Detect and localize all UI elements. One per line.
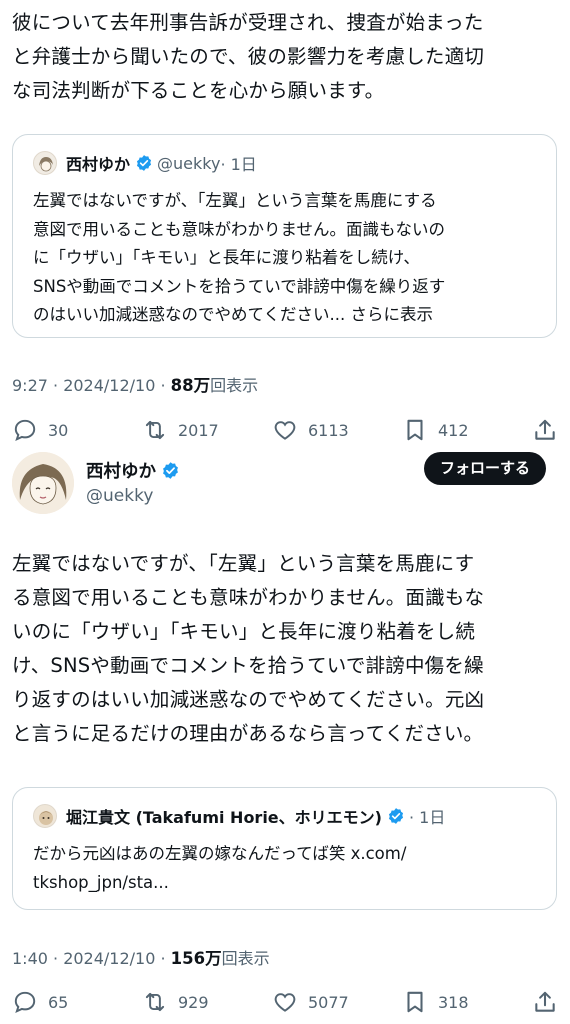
repost-button[interactable]: 2017 bbox=[142, 415, 219, 445]
text-line: 彼について去年刑事告訴が受理され、捜査が始まった bbox=[12, 11, 484, 34]
quoted-tweet-card[interactable]: 西村ゆか @uekky · 1日 左翼ではないですが、「左翼」という言葉を馬鹿に… bbox=[12, 134, 557, 338]
tweet-author: 西村ゆか @uekky フォローする bbox=[12, 452, 558, 514]
verified-badge-icon bbox=[163, 462, 178, 479]
view-count: 88万 bbox=[170, 376, 211, 395]
quote-time: · 1日 bbox=[220, 155, 257, 174]
text-line: り返すのはいい加減迷惑なのでやめてください。元凶 bbox=[12, 688, 485, 711]
share-button[interactable] bbox=[532, 987, 568, 1017]
quoted-tweet-card[interactable]: 堀江貴文 (Takafumi Horie、ホリエモン) · 1日 だから元凶はあ… bbox=[12, 787, 557, 910]
reply-icon bbox=[14, 419, 36, 442]
text-line: け、SNSや動画でコメントを拾うていで誹謗中傷を繰 bbox=[12, 654, 484, 677]
view-count: 156万 bbox=[170, 949, 222, 968]
bookmark-button[interactable]: 412 bbox=[402, 415, 469, 445]
tweet-text: 彼について去年刑事告訴が受理され、捜査が始まった と弁護士から聞いたので、彼の影… bbox=[12, 6, 557, 108]
show-more-link[interactable]: さらに表示 bbox=[351, 305, 434, 324]
bookmark-icon bbox=[407, 991, 423, 1013]
quote-author-name[interactable]: 西村ゆか bbox=[66, 151, 130, 175]
quote-header: 堀江貴文 (Takafumi Horie、ホリエモン) · 1日 bbox=[33, 804, 445, 828]
share-icon bbox=[535, 991, 555, 1012]
reply-icon bbox=[14, 991, 36, 1014]
bookmark-icon bbox=[407, 419, 423, 441]
quote-text: 左翼ではないですが、「左翼」という言葉を馬鹿にする 意図で用いることも意味がわか… bbox=[33, 187, 543, 330]
text-line: 左翼ではないですが、「左翼」という言葉を馬鹿にする bbox=[33, 191, 437, 210]
text-line: SNSや動画でコメントを拾うていで誹謗中傷を繰り返す bbox=[33, 276, 446, 296]
avatar[interactable] bbox=[33, 804, 57, 828]
repost-button[interactable]: 929 bbox=[142, 987, 209, 1017]
share-button[interactable] bbox=[532, 415, 568, 445]
reply-button[interactable]: 30 bbox=[12, 415, 68, 445]
action-bar: 65 929 5077 318 bbox=[12, 987, 558, 1017]
avatar[interactable] bbox=[12, 452, 74, 514]
text-line: る意図で用いることも意味がわかりません。面識もな bbox=[12, 586, 485, 609]
repost-icon bbox=[145, 992, 165, 1012]
text-line: いのに「ウザい」「キモい」と長年に渡り粘着をし続 bbox=[12, 620, 476, 643]
quote-time: · 1日 bbox=[408, 808, 446, 827]
verified-badge-icon bbox=[388, 808, 404, 824]
heart-icon bbox=[274, 993, 296, 1012]
text-line: な司法判断が下ることを心から願います。 bbox=[12, 79, 385, 102]
text-line: 左翼ではないですが、「左翼」という言葉を馬鹿にす bbox=[12, 552, 475, 575]
view-label: 回表示 bbox=[210, 376, 259, 395]
reply-button[interactable]: 65 bbox=[12, 987, 68, 1017]
reply-count: 65 bbox=[48, 992, 69, 1012]
quote-text: だから元凶はあの左翼の嫁なんだってば笑 x.com/ tkshop_jpn/st… bbox=[33, 840, 543, 897]
heart-icon bbox=[274, 421, 296, 440]
author-handle[interactable]: @uekky bbox=[86, 486, 153, 506]
bookmark-count: 318 bbox=[438, 992, 469, 1012]
text-line: に「ウザい」「キモい」と長年に渡り粘着をし続け、 bbox=[33, 248, 420, 267]
text-line: と言うに足るだけの理由があるなら言ってください。 bbox=[12, 722, 484, 745]
like-button[interactable]: 6113 bbox=[272, 415, 349, 445]
share-icon bbox=[535, 419, 555, 440]
author-name[interactable]: 西村ゆか bbox=[86, 458, 156, 483]
quote-author-name[interactable]: 堀江貴文 (Takafumi Horie、ホリエモン) bbox=[66, 804, 382, 828]
verified-badge-icon bbox=[136, 155, 152, 171]
text-line: と弁護士から聞いたので、彼の影響力を考慮した適切 bbox=[12, 45, 485, 68]
quote-header: 西村ゆか @uekky · 1日 bbox=[33, 151, 257, 175]
bookmark-count: 412 bbox=[438, 420, 469, 440]
avatar[interactable] bbox=[33, 151, 57, 175]
bookmark-button[interactable]: 318 bbox=[402, 987, 469, 1017]
view-label: 回表示 bbox=[221, 949, 270, 968]
timestamp[interactable]: 1:40 · 2024/12/10 · bbox=[12, 949, 171, 968]
like-button[interactable]: 5077 bbox=[272, 987, 349, 1017]
like-count: 6113 bbox=[308, 420, 349, 440]
text-line-content: のはいい加減迷惑なのでやめてください... bbox=[33, 305, 346, 324]
text-line: tkshop_jpn/sta... bbox=[33, 872, 169, 892]
text-line: 意図で用いることも意味がわかりません。面識もないの bbox=[33, 219, 446, 239]
like-count: 5077 bbox=[308, 992, 349, 1012]
follow-button[interactable]: フォローする bbox=[423, 452, 546, 485]
repost-count: 929 bbox=[178, 992, 209, 1012]
repost-icon bbox=[145, 420, 165, 440]
author-name-row[interactable]: 西村ゆか bbox=[86, 458, 184, 483]
repost-count: 2017 bbox=[178, 420, 219, 440]
action-bar: 30 2017 6113 412 bbox=[12, 415, 558, 445]
tweet-meta: 9:27 · 2024/12/10 · 88万回表示 bbox=[12, 372, 258, 396]
reply-count: 30 bbox=[48, 420, 69, 440]
timestamp[interactable]: 9:27 · 2024/12/10 · bbox=[12, 376, 171, 395]
text-line: のはいい加減迷惑なのでやめてください... さらに表示 bbox=[33, 301, 543, 330]
text-line: だから元凶はあの左翼の嫁なんだってば笑 x.com/ bbox=[33, 844, 407, 863]
tweet-meta: 1:40 · 2024/12/10 · 156万回表示 bbox=[12, 945, 270, 969]
tweet-text: 左翼ではないですが、「左翼」という言葉を馬鹿にす る意図で用いることも意味がわか… bbox=[12, 547, 558, 751]
quote-author-handle[interactable]: @uekky bbox=[157, 154, 220, 173]
